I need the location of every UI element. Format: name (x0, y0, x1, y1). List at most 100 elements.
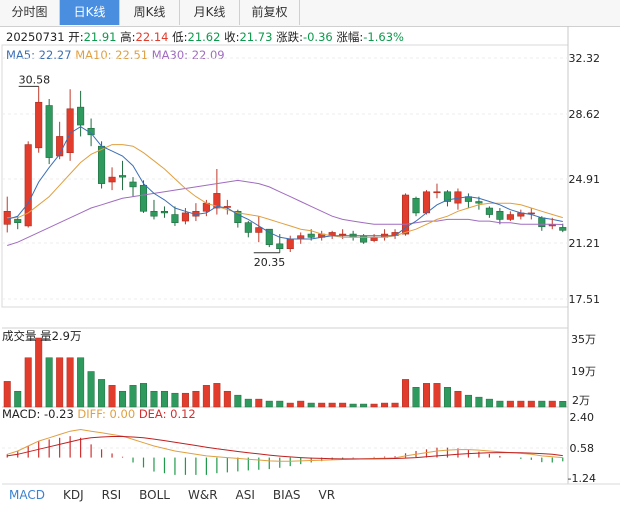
volume-bar (286, 402, 294, 408)
indicator-tab-rsi[interactable]: RSI (93, 484, 131, 506)
candle-body (150, 210, 158, 217)
macd-axis-tick: 2.40 (569, 411, 595, 424)
volume-bar (349, 403, 357, 408)
indicator-tab-kdj[interactable]: KDJ (54, 484, 93, 506)
dea-value: DEA: 0.12 (138, 407, 196, 421)
indicator-tab-asi[interactable]: ASI (227, 484, 264, 506)
ma5-line (7, 126, 563, 240)
volume-bar (423, 383, 430, 408)
volume-bar (202, 385, 210, 408)
candle-body (339, 233, 347, 236)
volume-bar (66, 357, 74, 408)
volume-bar (328, 402, 336, 408)
candle-body (307, 233, 315, 238)
volume-bar (129, 385, 137, 408)
price-axis-tick: 24.91 (568, 173, 601, 186)
candle-body (108, 176, 116, 183)
volume-bar (412, 387, 420, 408)
indicator-tab-macd[interactable]: MACD (0, 484, 54, 506)
candle-body (286, 238, 294, 250)
volume-bar (265, 400, 273, 408)
candle-body (56, 136, 64, 157)
volume-bar (234, 394, 242, 408)
candle-body (559, 227, 567, 231)
volume-bar (45, 357, 53, 408)
volume-axis-tick: 19万 (571, 365, 596, 378)
volume-bar (276, 400, 284, 408)
candle-body (98, 145, 106, 184)
macd-value: MACD: -0.23 (2, 407, 74, 421)
volume-bar (14, 390, 22, 408)
volume-bar (56, 357, 64, 408)
candle-body (66, 108, 74, 154)
macd-legend: MACD: -0.23 DIFF: 0.00 DEA: 0.12 (2, 407, 196, 421)
candle-body (14, 219, 22, 223)
volume-label: 成交量 量2.9万 (2, 329, 82, 343)
indicator-tab-vr[interactable]: VR (310, 484, 345, 506)
volume-bar (181, 392, 189, 408)
volume-bar (475, 396, 483, 408)
candle-body (433, 191, 441, 194)
volume-bar (402, 379, 410, 408)
candle-body (45, 105, 53, 158)
volume-bar (77, 357, 85, 408)
volume-bar (339, 402, 347, 408)
candle-body (77, 106, 85, 126)
volume-bar (160, 390, 168, 408)
candle-body (129, 181, 137, 188)
volume-bar (3, 381, 11, 408)
volume-bar (171, 392, 179, 408)
price-axis-tick: 28.62 (568, 108, 601, 121)
volume-bar (35, 337, 43, 408)
volume-bar (98, 379, 106, 408)
candle-body (255, 227, 263, 233)
volume-bar (360, 403, 368, 408)
candle-body (118, 175, 127, 178)
volume-bar (244, 398, 252, 408)
volume-bar (108, 385, 116, 408)
indicator-tab-wr[interactable]: W&R (179, 484, 227, 506)
volume-bar (527, 400, 535, 408)
volume-bar (443, 387, 451, 408)
volume-bar (433, 383, 441, 408)
candle-body (496, 210, 504, 220)
candle-body (412, 197, 420, 214)
candle-body (297, 235, 305, 240)
volume-bar (297, 400, 305, 408)
max-price-label: 30.58 (19, 73, 51, 86)
volume-bar (24, 357, 32, 408)
diff-value: DIFF: 0.00 (77, 407, 136, 421)
volume-bar (213, 383, 221, 408)
indicator-tab-bias[interactable]: BIAS (264, 484, 310, 506)
price-axis-tick: 32.32 (568, 52, 601, 65)
volume-bar (150, 390, 158, 408)
min-price-label: 20.35 (254, 256, 286, 269)
volume-bar (381, 402, 389, 408)
volume-bar (223, 390, 231, 408)
ma30-line (7, 179, 563, 246)
volume-bar (485, 398, 493, 408)
candle-body (160, 210, 169, 214)
candle-body (360, 235, 368, 243)
candle-body (35, 101, 43, 149)
candle-body (401, 194, 410, 235)
volume-bar (496, 400, 504, 408)
volume-bar (87, 371, 95, 408)
volume-bar (391, 402, 399, 408)
volume-bar (454, 390, 462, 408)
candle-body (422, 191, 431, 214)
volume-bar (255, 398, 263, 408)
volume-bar (192, 390, 200, 408)
candle-body (244, 222, 252, 233)
volume-bar (370, 403, 378, 408)
candle-body (171, 214, 179, 223)
volume-bar (318, 402, 326, 408)
volume-bar (119, 390, 127, 408)
indicator-tab-boll[interactable]: BOLL (130, 484, 179, 506)
candle-body (181, 212, 189, 222)
indicator-tabs: MACD KDJ RSI BOLL W&R ASI BIAS VR (0, 484, 620, 506)
volume-axis-tick: 35万 (571, 333, 596, 346)
candle-body (475, 201, 483, 204)
volume-axis-tick: 2万 (572, 394, 590, 407)
ma10-line (7, 144, 563, 238)
